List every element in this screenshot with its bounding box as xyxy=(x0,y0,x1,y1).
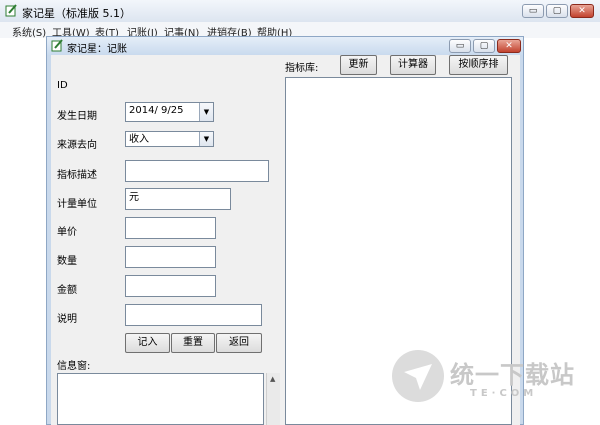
info-window-textarea[interactable] xyxy=(57,373,264,425)
indicator-desc-label: 指标描述 xyxy=(57,170,97,181)
refresh-button[interactable]: 更新 xyxy=(340,55,377,75)
menu-system[interactable]: 系统(S) xyxy=(12,24,46,39)
unit-value: 元 xyxy=(129,192,139,203)
minimize-icon: ▭ xyxy=(455,41,465,51)
maximize-button[interactable]: ▢ xyxy=(546,4,568,18)
watermark-logo-icon xyxy=(392,350,444,402)
amount-label: 金额 xyxy=(57,285,77,296)
watermark-text: 统一下载站 xyxy=(450,361,575,389)
close-icon: ✕ xyxy=(578,6,586,16)
accounting-window-titlebar: 家记星：记账 ▭ ▢ ✕ xyxy=(47,37,523,55)
minimize-icon: ▭ xyxy=(528,6,538,16)
scroll-up-icon[interactable]: ▲ xyxy=(270,375,275,383)
amount-input[interactable] xyxy=(125,275,216,297)
reset-button[interactable]: 重置 xyxy=(171,333,215,353)
date-picker[interactable]: 2014/ 9/25 ▼ xyxy=(125,102,214,122)
inner-maximize-button[interactable]: ▢ xyxy=(473,39,495,53)
info-window-scrollbar[interactable]: ▲ xyxy=(266,373,280,425)
chevron-down-icon[interactable]: ▼ xyxy=(199,132,213,146)
back-button[interactable]: 返回 xyxy=(216,333,262,353)
indicator-library-label: 指标库: xyxy=(285,63,319,74)
unit-input[interactable]: 元 xyxy=(125,188,231,210)
inner-minimize-button[interactable]: ▭ xyxy=(449,39,471,53)
quantity-input[interactable] xyxy=(125,246,216,268)
source-value: 收入 xyxy=(129,134,149,145)
maximize-icon: ▢ xyxy=(552,6,562,16)
watermark-subtext: TE·COM xyxy=(470,388,538,399)
app-titlebar: 家记星（标准版 5.1） ▭ ▢ ✕ xyxy=(0,0,600,23)
close-button[interactable]: ✕ xyxy=(570,4,594,18)
window-logo-icon xyxy=(51,39,64,52)
accounting-window-title: 家记星：记账 xyxy=(67,44,127,55)
app-logo-icon xyxy=(5,4,18,17)
sort-button[interactable]: 按顺序排 xyxy=(449,55,508,75)
id-label: ID xyxy=(57,80,68,91)
inner-close-button[interactable]: ✕ xyxy=(497,39,521,53)
info-window-label: 信息窗: xyxy=(57,361,91,372)
price-input[interactable] xyxy=(125,217,216,239)
calculator-button[interactable]: 计算器 xyxy=(390,55,436,75)
source-select[interactable]: 收入 ▼ xyxy=(125,131,214,147)
minimize-button[interactable]: ▭ xyxy=(522,4,544,18)
app-title: 家记星（标准版 5.1） xyxy=(22,7,131,20)
record-button[interactable]: 记入 xyxy=(125,333,170,353)
source-label: 来源去向 xyxy=(57,140,97,151)
note-label: 说明 xyxy=(57,314,77,325)
close-icon: ✕ xyxy=(505,41,513,51)
unit-label: 计量单位 xyxy=(57,199,97,210)
date-label: 发生日期 xyxy=(57,111,97,122)
indicator-desc-input[interactable] xyxy=(125,160,269,182)
chevron-down-icon[interactable]: ▼ xyxy=(199,103,213,121)
price-label: 单价 xyxy=(57,227,77,238)
maximize-icon: ▢ xyxy=(479,41,489,51)
note-input[interactable] xyxy=(125,304,262,326)
date-value: 2014/ 9/25 xyxy=(129,105,184,116)
quantity-label: 数量 xyxy=(57,256,77,267)
